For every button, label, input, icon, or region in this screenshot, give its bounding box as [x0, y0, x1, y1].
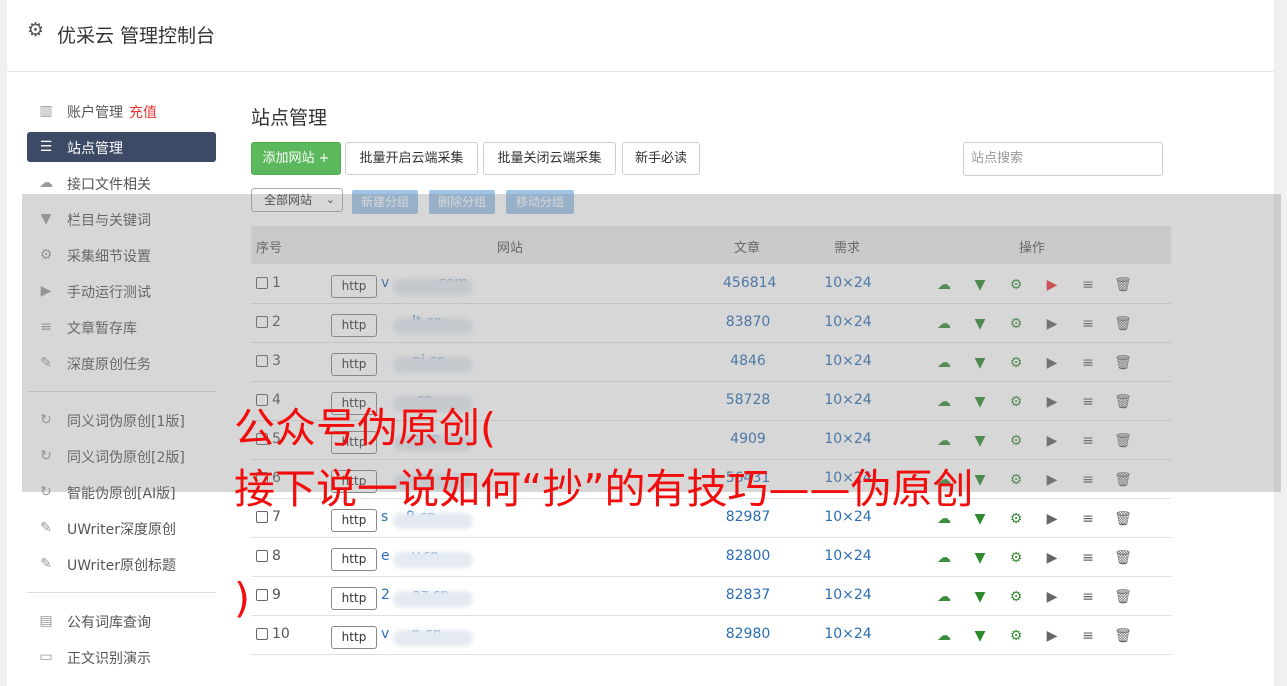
sidebar-item-label: 接口文件相关 [67, 177, 151, 193]
play-icon[interactable]: ▶ [1043, 627, 1061, 645]
play-icon[interactable]: ▶ [1043, 549, 1061, 567]
sidebar-item-text-recognition[interactable]: ▭ 正文识别演示 [27, 642, 216, 672]
article-count[interactable]: 82980 [723, 626, 773, 642]
sidebar-item-uwriter-deep[interactable]: ✎ UWriter深度原创 [27, 513, 216, 543]
image-overlay [22, 194, 1281, 492]
monitor-icon: ▭ [39, 649, 53, 665]
cogs-icon[interactable]: ⚙ [1007, 549, 1025, 567]
recharge-link[interactable]: 充值 [129, 105, 157, 121]
cogs-icon[interactable]: ⚙ [1007, 510, 1025, 528]
database-icon[interactable]: ≡ [1079, 588, 1097, 606]
book-icon: ▤ [39, 613, 53, 629]
cloud-upload-icon[interactable]: ☁ [935, 588, 953, 606]
batch-open-collect-button[interactable]: 批量开启云端采集 [345, 142, 478, 175]
play-icon[interactable]: ▶ [1043, 588, 1061, 606]
page-title: 站点管理 [251, 107, 328, 129]
filter-icon[interactable]: ▼ [971, 627, 989, 645]
redaction-blur [393, 513, 473, 529]
row-number: 8 [272, 548, 281, 564]
trash-icon[interactable]: 🗑 [1114, 549, 1132, 567]
cloud-upload-icon: ☁ [39, 175, 53, 191]
gear-icon: ⚙ [27, 19, 45, 41]
bar-chart-icon: ▥ [39, 103, 53, 119]
edit-icon: ✎ [40, 556, 52, 572]
edit-icon: ✎ [40, 520, 52, 536]
sidebar-item-label: 正文识别演示 [67, 651, 151, 667]
play-icon[interactable]: ▶ [1043, 510, 1061, 528]
add-site-button[interactable]: 添加网站 + [251, 142, 341, 175]
watermark-line-1: 公众号伪原创( [234, 404, 496, 452]
sidebar-item-uwriter-title[interactable]: ✎ UWriter原创标题 [27, 549, 216, 579]
redaction-blur [393, 591, 473, 607]
demand-value[interactable]: 10×24 [823, 587, 873, 603]
http-badge[interactable]: http [331, 587, 377, 610]
row-checkbox[interactable] [256, 550, 268, 562]
row-number: 9 [272, 587, 281, 603]
database-icon[interactable]: ≡ [1079, 510, 1097, 528]
row-number: 10 [272, 626, 290, 642]
console-panel: ⚙ 优采云 管理控制台 ▥ 账户管理 充值 ☰ 站点管理 ☁ 接口文件相关 ▼ 栏… [7, 0, 1281, 686]
sidebar-item-public-lexicon[interactable]: ▤ 公有词库查询 [27, 606, 216, 636]
table-row: 10httpv p.cn8298010×24☁▼⚙▶≡🗑 [251, 616, 1171, 655]
redaction-blur [393, 630, 473, 646]
database-icon[interactable]: ≡ [1079, 627, 1097, 645]
trash-icon[interactable]: 🗑 [1114, 510, 1132, 528]
sidebar-item-label: 站点管理 [67, 141, 123, 157]
table-row: 8httpe y.cn8280010×24☁▼⚙▶≡🗑 [251, 538, 1171, 577]
filter-icon[interactable]: ▼ [971, 588, 989, 606]
row-actions: ☁ ▼ ⚙ ▶ ≡ 🗑 [935, 627, 1135, 645]
watermark-line-2: 接下说一说如何“抄”的有技巧——伪原创 [234, 465, 974, 513]
row-checkbox[interactable] [256, 589, 268, 601]
filter-icon[interactable]: ▼ [971, 510, 989, 528]
sidebar-item-label: UWriter原创标题 [67, 558, 176, 574]
table-row: 9http2 az.cn8283710×24☁▼⚙▶≡🗑 [251, 577, 1171, 616]
article-count[interactable]: 82837 [723, 587, 773, 603]
demand-value[interactable]: 10×24 [823, 626, 873, 642]
trash-icon[interactable]: 🗑 [1114, 588, 1132, 606]
row-actions: ☁ ▼ ⚙ ▶ ≡ 🗑 [935, 588, 1135, 606]
database-icon[interactable]: ≡ [1079, 549, 1097, 567]
demand-value[interactable]: 10×24 [823, 548, 873, 564]
redaction-blur [393, 552, 473, 568]
row-actions: ☁ ▼ ⚙ ▶ ≡ 🗑 [935, 549, 1135, 567]
sidebar-item-label: UWriter深度原创 [67, 522, 176, 538]
trash-icon[interactable]: 🗑 [1114, 627, 1132, 645]
app-title: 优采云 管理控制台 [57, 25, 216, 47]
http-badge[interactable]: http [331, 626, 377, 649]
server-icon: ☰ [39, 139, 53, 155]
cloud-upload-icon[interactable]: ☁ [935, 549, 953, 567]
article-count[interactable]: 82800 [723, 548, 773, 564]
filter-icon[interactable]: ▼ [971, 549, 989, 567]
http-badge[interactable]: http [331, 548, 377, 571]
sidebar-item-account[interactable]: ▥ 账户管理 充值 [27, 96, 216, 126]
cloud-upload-icon[interactable]: ☁ [935, 627, 953, 645]
header: ⚙ 优采云 管理控制台 [7, 0, 1274, 72]
site-search-input[interactable]: 站点搜索 [963, 142, 1163, 176]
cogs-icon[interactable]: ⚙ [1007, 588, 1025, 606]
sidebar-divider [27, 592, 216, 593]
row-checkbox[interactable] [256, 628, 268, 640]
sidebar-item-site-management[interactable]: ☰ 站点管理 [27, 132, 216, 162]
sidebar-item-label: 账户管理 [67, 105, 123, 121]
cogs-icon[interactable]: ⚙ [1007, 627, 1025, 645]
newbie-guide-button[interactable]: 新手必读 [622, 142, 700, 175]
sidebar-item-label: 公有词库查询 [67, 615, 151, 631]
batch-close-collect-button[interactable]: 批量关闭云端采集 [483, 142, 616, 175]
watermark-line-3: ) [234, 574, 250, 622]
